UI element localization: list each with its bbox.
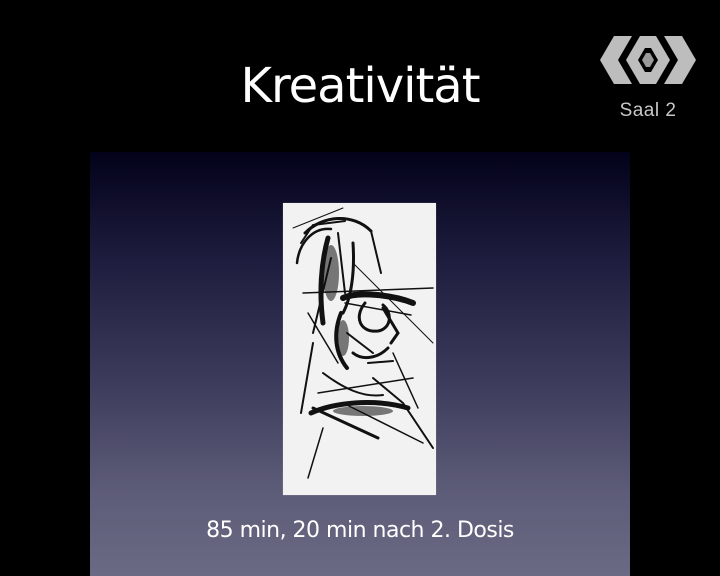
portrait-sketch-image: [283, 203, 436, 495]
broadcast-logo-icon: [598, 26, 698, 96]
slide-caption: 85 min, 20 min nach 2. Dosis: [206, 518, 514, 543]
room-label: Saal 2: [619, 100, 677, 121]
